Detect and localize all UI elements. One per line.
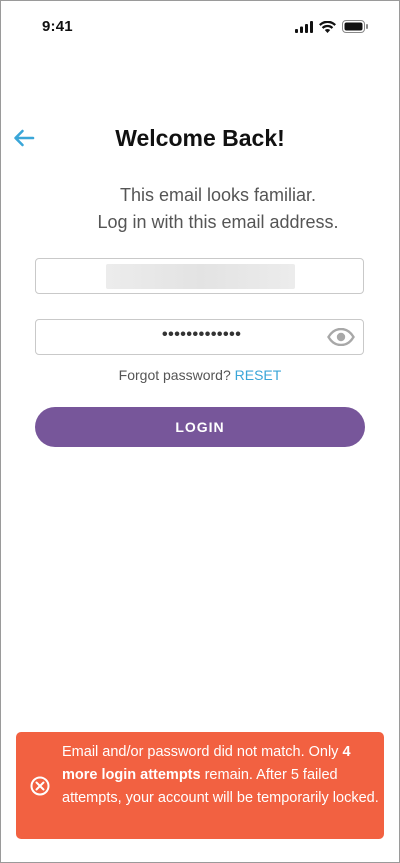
email-field[interactable] xyxy=(35,258,364,294)
battery-icon xyxy=(342,20,369,33)
page-title: Welcome Back! xyxy=(115,125,285,151)
email-value-redacted xyxy=(106,264,295,289)
subtitle-line-1: This email looks familiar. xyxy=(119,185,317,205)
reset-link[interactable]: RESET xyxy=(235,367,282,383)
login-button[interactable]: LOGIN xyxy=(35,407,365,447)
subtitle: This email looks familiar. Log in with t… xyxy=(1,182,399,236)
status-time: 9:41 xyxy=(42,18,73,35)
status-icons xyxy=(295,20,369,33)
password-field[interactable]: ••••••••••••• xyxy=(35,319,364,355)
close-circle-icon[interactable] xyxy=(30,776,50,801)
status-bar: 9:41 xyxy=(1,1,399,51)
error-message-start: Email and/or password did not match. Onl… xyxy=(62,744,343,760)
signal-icon xyxy=(295,20,313,33)
subtitle-line-2: Log in with this email address. xyxy=(97,212,339,232)
error-toast: Email and/or password did not match. Onl… xyxy=(16,732,384,839)
forgot-password-text: Forgot password? xyxy=(118,367,231,383)
wifi-icon xyxy=(319,20,336,33)
password-value: ••••••••••••• xyxy=(162,326,242,343)
app-screen: 9:41 Welcome Back! This email looks fami… xyxy=(0,0,400,863)
error-message: Email and/or password did not match. Onl… xyxy=(62,741,380,810)
forgot-password: Forgot password? RESET xyxy=(1,367,399,383)
eye-icon[interactable] xyxy=(327,327,355,351)
